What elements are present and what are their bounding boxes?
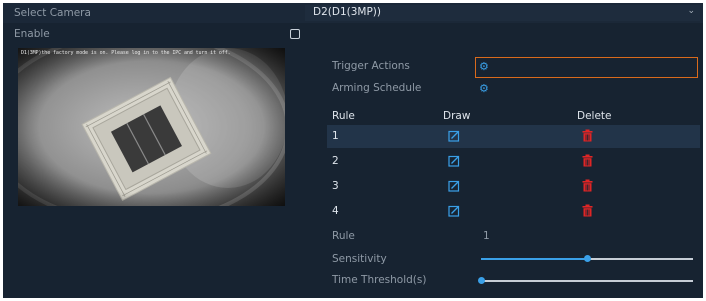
- table-row[interactable]: 4: [327, 200, 700, 223]
- rules-table-header: Rule Draw Delete: [327, 109, 700, 124]
- rule-column-header: Rule: [332, 110, 355, 122]
- arming-schedule-label: Arming Schedule: [332, 82, 422, 94]
- sensitivity-slider-fill: [481, 258, 587, 260]
- draw-icon[interactable]: [448, 130, 460, 142]
- camera-select[interactable]: D2(D1(3MP)) ⌄: [305, 5, 700, 21]
- delete-icon[interactable]: [582, 204, 593, 217]
- draw-column-header: Draw: [443, 110, 471, 122]
- osd-overlay-text: D1(3MP)the factory mode is on. Please lo…: [21, 50, 231, 56]
- time-threshold-label: Time Threshold(s): [332, 274, 427, 286]
- rule-label: Rule: [332, 230, 355, 242]
- draw-icon[interactable]: [448, 155, 460, 167]
- table-row[interactable]: 3: [327, 175, 700, 198]
- trigger-actions-label: Trigger Actions: [332, 60, 410, 72]
- delete-icon[interactable]: [582, 129, 593, 142]
- camera-image: [18, 48, 285, 206]
- motion-detection-panel: Select Camera D2(D1(3MP)) ⌄ Enable D1(3M…: [3, 3, 703, 298]
- enable-label: Enable: [14, 28, 50, 40]
- sensitivity-label: Sensitivity: [332, 253, 387, 265]
- delete-icon[interactable]: [582, 179, 593, 192]
- delete-column-header: Delete: [577, 110, 612, 122]
- table-row[interactable]: 2: [327, 150, 700, 173]
- draw-icon[interactable]: [448, 205, 460, 217]
- rule-value: 1: [483, 230, 490, 242]
- rule-number: 4: [332, 205, 339, 217]
- trigger-actions-field[interactable]: [475, 57, 698, 78]
- rule-number: 3: [332, 180, 339, 192]
- camera-select-value: D2(D1(3MP)): [313, 6, 381, 18]
- gear-icon[interactable]: ⚙: [479, 61, 489, 72]
- select-camera-label: Select Camera: [14, 7, 91, 19]
- enable-checkbox[interactable]: [290, 29, 300, 39]
- table-row[interactable]: 1: [327, 125, 700, 148]
- chevron-down-icon: ⌄: [687, 6, 695, 16]
- delete-icon[interactable]: [582, 154, 593, 167]
- time-threshold-slider-knob[interactable]: [478, 277, 485, 284]
- gear-icon[interactable]: ⚙: [479, 83, 489, 94]
- draw-icon[interactable]: [448, 180, 460, 192]
- rule-number: 2: [332, 155, 339, 167]
- camera-preview: D1(3MP)the factory mode is on. Please lo…: [18, 48, 285, 206]
- sensitivity-slider[interactable]: [481, 255, 693, 262]
- time-threshold-slider[interactable]: [478, 277, 693, 284]
- sensitivity-slider-knob[interactable]: [584, 255, 591, 262]
- rule-number: 1: [332, 130, 339, 142]
